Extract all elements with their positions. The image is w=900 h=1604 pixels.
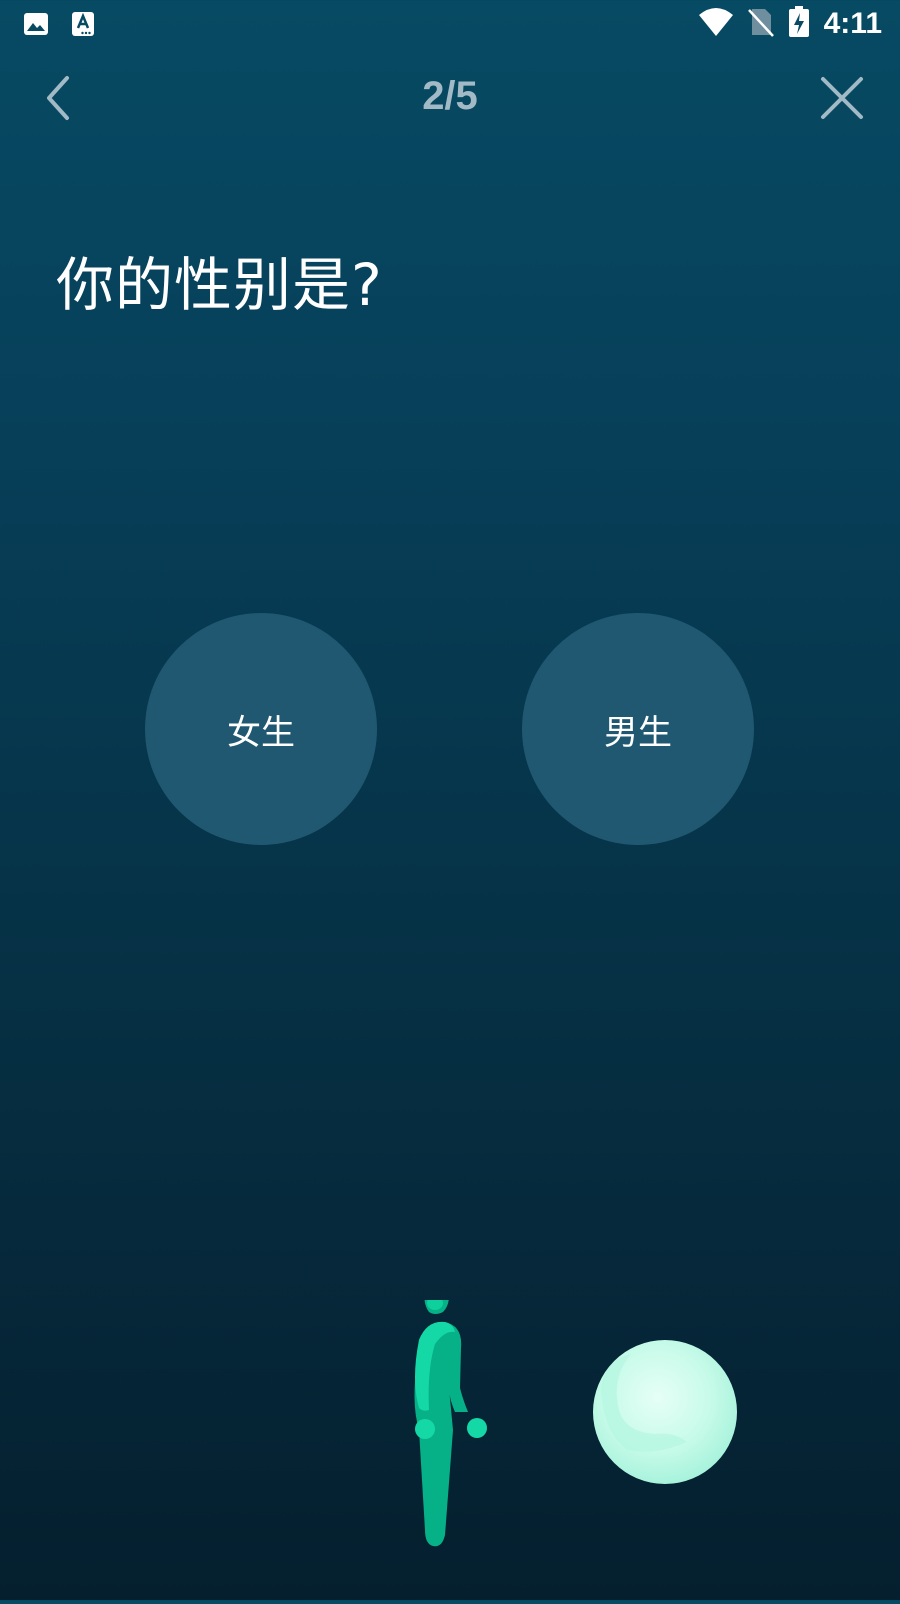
status-bar: 4:11 bbox=[0, 0, 900, 50]
no-sim-icon bbox=[747, 7, 774, 41]
option-male-button[interactable]: 男生 bbox=[522, 613, 754, 845]
figure-left-hand bbox=[415, 1419, 435, 1439]
top-nav: 2/5 bbox=[0, 60, 900, 140]
battery-charging-icon bbox=[788, 6, 810, 42]
close-icon bbox=[819, 75, 865, 125]
question-title: 你的性别是? bbox=[56, 251, 383, 319]
figure-right-hand bbox=[467, 1418, 487, 1438]
text-input-icon bbox=[70, 10, 96, 42]
status-time: 4:11 bbox=[823, 7, 882, 40]
option-female-button[interactable]: 女生 bbox=[145, 613, 377, 845]
progress-indicator: 2/5 bbox=[422, 74, 478, 118]
illustration bbox=[405, 1284, 745, 1600]
standing-figure-with-orb-illustration bbox=[410, 1284, 737, 1547]
option-male-label: 男生 bbox=[604, 712, 672, 753]
notification-icons bbox=[22, 10, 96, 42]
wifi-icon bbox=[698, 7, 734, 41]
option-female-label: 女生 bbox=[227, 712, 295, 753]
system-icons: 4:11 bbox=[698, 6, 882, 42]
close-button[interactable] bbox=[814, 72, 870, 128]
image-icon bbox=[22, 10, 50, 42]
